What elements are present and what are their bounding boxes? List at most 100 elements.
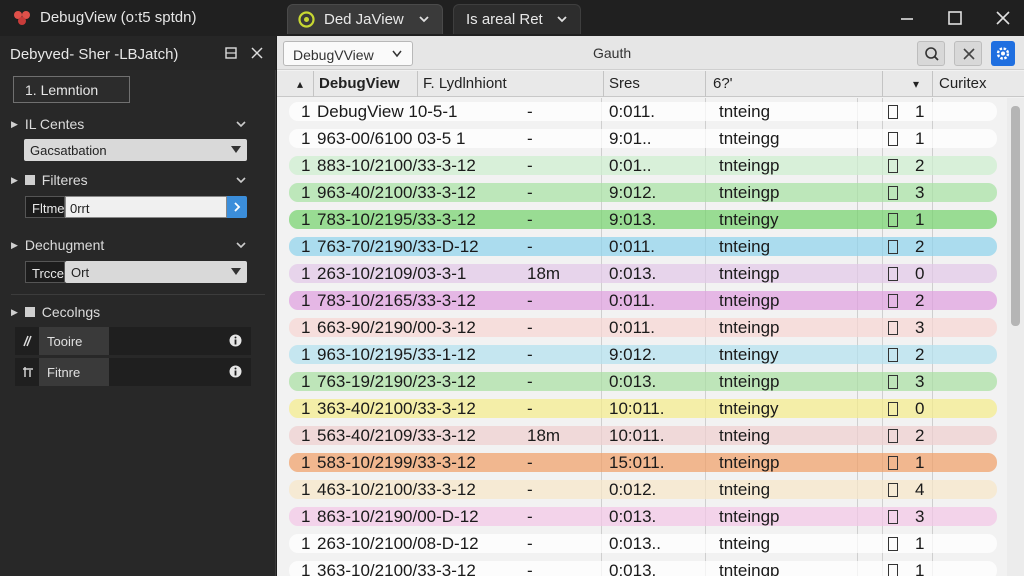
row-checkbox[interactable] (888, 429, 898, 443)
filter-icon (24, 175, 35, 185)
row-checkbox[interactable] (888, 186, 898, 200)
row-desc-cell: - (527, 507, 533, 526)
row-time-cell: 0:011. (609, 237, 656, 256)
table-row[interactable]: 1 463-10/2100/33-3-12 - 0:012. tnteing 4 (277, 476, 1007, 503)
row-checkbox[interactable] (888, 105, 898, 119)
row-checkbox[interactable] (888, 402, 898, 416)
trace-select[interactable]: Ort (65, 261, 247, 283)
row-time-cell: 0:013. (609, 264, 657, 283)
row-number-cell: 1 (301, 534, 311, 553)
expand-triangle-icon: ▶ (11, 119, 18, 129)
table-row[interactable]: 1 963-40/2100/33-3-12 - 9:012. tnteingp 3 (277, 179, 1007, 206)
row-checkbox[interactable] (888, 240, 898, 254)
column-header-type[interactable]: 6?' (713, 75, 733, 92)
row-name-cell: 963-00/6100 03-5 1 (317, 129, 466, 148)
row-checkbox[interactable] (888, 159, 898, 173)
sort-arrow-icon[interactable]: ▴ (297, 77, 303, 91)
vertical-scrollbar[interactable] (1007, 98, 1024, 576)
trace-field-label: Trcce (25, 261, 65, 283)
tab-label: Ded JaView (324, 11, 404, 28)
section-centres[interactable]: ▶ IL Centes (11, 116, 84, 132)
column-header-extra[interactable]: Curitex (939, 75, 987, 92)
section-settings[interactable]: ▶ Cecolngs (11, 304, 100, 320)
row-name-cell: 863-10/2190/00-D-12 (317, 507, 479, 526)
minimize-icon[interactable] (897, 8, 917, 28)
settings-button[interactable] (991, 41, 1015, 66)
chevron-down-icon[interactable] (235, 119, 247, 129)
info-icon[interactable] (229, 334, 242, 347)
row-desc-cell: - (527, 210, 533, 229)
table-row[interactable]: 1 363-40/2100/33-3-12 - 10:011. tnteingy 0 (277, 395, 1007, 422)
table-row[interactable]: 1 263-10/2100/08-D-12 - 0:013.. tnteing 1 (277, 530, 1007, 557)
row-count-cell: 2 (915, 156, 925, 175)
row-type-cell: tnteingy (719, 399, 779, 418)
info-icon[interactable] (229, 365, 242, 378)
divider (11, 294, 265, 295)
row-checkbox[interactable] (888, 537, 898, 551)
location-button[interactable]: 1. Lemntion (13, 76, 130, 103)
table-row[interactable]: 1 963-10/2195/33-1-12 - 9:012. tnteingy 2 (277, 341, 1007, 368)
row-checkbox[interactable] (888, 213, 898, 227)
table-row[interactable]: 1 263-10/2109/03-3-1 18m 0:013. tnteingp 0 (277, 260, 1007, 287)
filter-input[interactable]: 0rrt (65, 196, 227, 218)
chevron-down-icon[interactable] (235, 240, 247, 250)
row-checkbox[interactable] (888, 456, 898, 470)
column-separator (313, 71, 314, 97)
chevron-down-icon[interactable] (556, 13, 568, 25)
section-debug[interactable]: ▶ Dechugment (11, 237, 104, 253)
table-row[interactable]: 1 763-70/2190/33-D-12 - 0:011. tnteing 2 (277, 233, 1007, 260)
filter-arrow-icon[interactable]: ▾ (913, 77, 919, 91)
row-checkbox[interactable] (888, 510, 898, 524)
table-row[interactable]: 1 663-90/2190/00-3-12 - 0:011. tnteingp 3 (277, 314, 1007, 341)
chevron-down-icon[interactable] (235, 175, 247, 185)
table-row[interactable]: 1 783-10/2165/33-3-12 - 0:011. tnteingp 2 (277, 287, 1007, 314)
row-checkbox[interactable] (888, 348, 898, 362)
row-checkbox[interactable] (888, 483, 898, 497)
row-number-cell: 1 (301, 318, 311, 337)
close-icon[interactable] (993, 8, 1013, 28)
select-value: Gacsatbation (30, 143, 107, 158)
tab-secondary[interactable]: Is areal Ret (453, 4, 581, 34)
column-header-desc[interactable]: F. Lydlnhiont (423, 75, 507, 92)
table-row[interactable]: 1 563-40/2109/33-3-12 18m 10:011. tnteing 2 (277, 422, 1007, 449)
row-checkbox[interactable] (888, 267, 898, 281)
view-select[interactable]: DebugVView (283, 41, 413, 66)
tab-debug-view[interactable]: Ded JaView (287, 4, 443, 34)
table-row[interactable]: 1 783-10/2195/33-3-12 - 9:013. tnteingy 1 (277, 206, 1007, 233)
settings-item-label: Fitnre (39, 358, 109, 386)
column-header-name[interactable]: DebugView (319, 75, 400, 92)
scrollbar-thumb[interactable] (1011, 106, 1020, 326)
table-row[interactable]: 1 863-10/2190/00-D-12 - 0:013. tnteingp 3 (277, 503, 1007, 530)
table-row[interactable]: 1 883-10/2100/33-3-12 - 0:01.. tnteingp 2 (277, 152, 1007, 179)
row-checkbox[interactable] (888, 375, 898, 389)
row-checkbox[interactable] (888, 294, 898, 308)
section-filters[interactable]: ▶ Filteres (11, 172, 88, 188)
row-checkbox[interactable] (888, 132, 898, 146)
table-row[interactable]: 1 583-10/2199/33-3-12 - 15:011. tnteingp 1 (277, 449, 1007, 476)
search-button[interactable] (917, 41, 945, 66)
clear-button[interactable] (954, 41, 982, 66)
table-row[interactable]: 1 963-00/6100 03-5 1 - 9:01.. tnteingg 1 (277, 125, 1007, 152)
table-row[interactable]: 1 DebugView 10-5-1 - 0:011. tnteing 1 (277, 98, 1007, 125)
settings-item[interactable]: Tooire (15, 327, 251, 355)
maximize-icon[interactable] (945, 8, 965, 28)
row-type-cell: tnteingg (719, 129, 780, 148)
row-count-cell: 3 (915, 507, 925, 526)
table-row[interactable]: 1 363-10/2100/33-3-12 - 0:013. tnteingp 1 (277, 557, 1007, 576)
filter-apply-button[interactable] (227, 196, 247, 218)
row-count-cell: 3 (915, 372, 925, 391)
row-time-cell: 9:012. (609, 183, 657, 202)
row-checkbox[interactable] (888, 321, 898, 335)
row-checkbox[interactable] (888, 564, 898, 576)
column-header-time[interactable]: Sres (609, 75, 640, 92)
centres-select[interactable]: Gacsatbation (24, 139, 247, 161)
row-number-cell: 1 (301, 264, 311, 283)
dock-icon[interactable] (224, 46, 238, 60)
table-row[interactable]: 1 763-19/2190/23-3-12 - 0:013. tnteingp 3 (277, 368, 1007, 395)
settings-item[interactable]: Fitnre (15, 358, 251, 386)
close-icon (963, 48, 975, 60)
chevron-down-icon[interactable] (418, 13, 430, 25)
row-desc-cell: 18m (527, 264, 561, 283)
row-time-cell: 0:011. (609, 291, 656, 310)
close-icon[interactable] (250, 46, 264, 60)
